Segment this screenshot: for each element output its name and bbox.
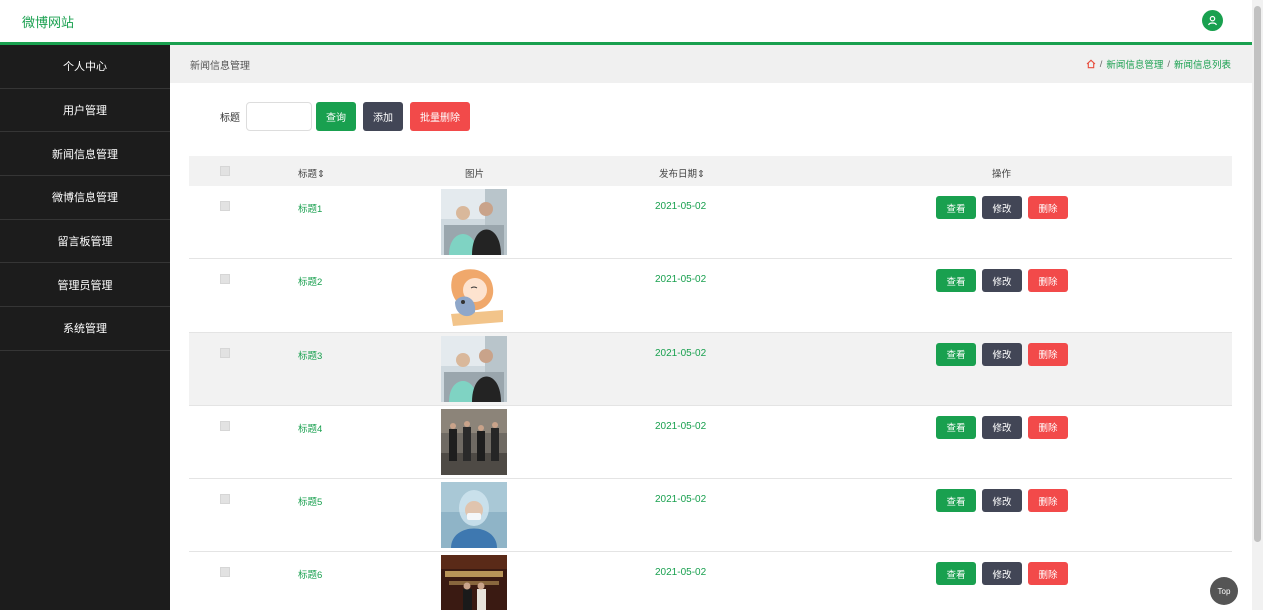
breadcrumb: / 新闻信息管理 / 新闻信息列表: [1086, 57, 1231, 71]
row-actions: 查看 修改 删除: [936, 562, 1068, 586]
batch-delete-button[interactable]: 批量删除: [410, 102, 470, 131]
column-header-actions: 操作: [992, 169, 1012, 180]
row-title[interactable]: 标题2: [298, 274, 322, 288]
sidebar-item-news[interactable]: 新闻信息管理: [0, 132, 170, 177]
column-header-date[interactable]: 发布日期⇕: [659, 166, 705, 180]
row-image: [441, 335, 507, 402]
search-form: 标题 查询 添加 批量删除: [220, 102, 477, 131]
row-date: 2021-05-02: [655, 420, 707, 432]
sort-icon: ⇕: [317, 169, 325, 180]
table-header-row: 标题⇕ 图片 发布日期⇕ 操作: [189, 156, 1232, 186]
sort-icon: ⇕: [697, 169, 705, 180]
row-title[interactable]: 标题6: [298, 567, 322, 581]
row-title[interactable]: 标题1: [298, 201, 322, 215]
scrollbar-thumb[interactable]: [1254, 6, 1261, 542]
column-header-image: 图片: [465, 169, 485, 180]
sidebar-item-system[interactable]: 系统管理: [0, 307, 170, 351]
row-actions: 查看 修改 删除: [936, 269, 1068, 293]
page-title: 新闻信息管理: [190, 61, 250, 72]
site-brand[interactable]: 微博网站: [22, 12, 74, 31]
sidebar-item-users[interactable]: 用户管理: [0, 89, 170, 133]
delete-button[interactable]: 删除: [1028, 269, 1068, 293]
row-image: [441, 555, 507, 610]
table-row: 标题1 2021-05-02 查看 修改 删除: [189, 186, 1232, 260]
breadcrumb-separator: /: [1167, 58, 1170, 70]
row-date: 2021-05-02: [655, 274, 707, 286]
row-image: [441, 482, 507, 549]
view-button[interactable]: 查看: [936, 342, 976, 366]
query-button[interactable]: 查询: [316, 102, 356, 131]
row-checkbox[interactable]: [220, 274, 230, 285]
edit-button[interactable]: 修改: [982, 269, 1022, 293]
view-button[interactable]: 查看: [936, 489, 976, 513]
sidebar-item-profile[interactable]: 个人中心: [0, 45, 170, 89]
edit-button[interactable]: 修改: [982, 489, 1022, 513]
news-thumbnail: [441, 335, 507, 402]
breadcrumb-news-management[interactable]: 新闻信息管理: [1106, 57, 1163, 71]
row-checkbox[interactable]: [220, 420, 230, 431]
row-image: [441, 408, 507, 475]
view-button[interactable]: 查看: [936, 562, 976, 586]
row-title[interactable]: 标题5: [298, 494, 322, 508]
edit-button[interactable]: 修改: [982, 342, 1022, 366]
top-header: 微博网站: [0, 0, 1252, 42]
user-avatar-button[interactable]: [1202, 10, 1223, 31]
page-header-bar: 新闻信息管理 / 新闻信息管理 / 新闻信息列表: [170, 45, 1252, 83]
news-table: 标题⇕ 图片 发布日期⇕ 操作 标题1 2021-05-02 查看 修改 删除: [189, 156, 1232, 610]
row-checkbox[interactable]: [220, 201, 230, 211]
row-date: 2021-05-02: [655, 347, 707, 359]
edit-button[interactable]: 修改: [982, 415, 1022, 439]
sidebar-item-admins[interactable]: 管理员管理: [0, 263, 170, 308]
table-row: 标题5 2021-05-02 查看 修改 删除: [189, 479, 1232, 553]
row-date: 2021-05-02: [655, 567, 707, 579]
news-thumbnail: [441, 262, 507, 329]
row-checkbox[interactable]: [220, 567, 230, 578]
edit-button[interactable]: 修改: [982, 562, 1022, 586]
row-checkbox[interactable]: [220, 494, 230, 505]
delete-button[interactable]: 删除: [1028, 562, 1068, 586]
delete-button[interactable]: 删除: [1028, 196, 1068, 219]
breadcrumb-news-list[interactable]: 新闻信息列表: [1174, 57, 1231, 71]
sidebar: 个人中心 用户管理 新闻信息管理 微博信息管理 留言板管理 管理员管理 系统管理: [0, 45, 170, 610]
news-thumbnail: [441, 482, 507, 549]
view-button[interactable]: 查看: [936, 415, 976, 439]
home-icon[interactable]: [1086, 59, 1096, 69]
table-row: 标题4 2021-05-02 查看 修改 删除: [189, 406, 1232, 480]
user-icon: [1208, 15, 1217, 26]
row-actions: 查看 修改 删除: [936, 489, 1068, 513]
row-actions: 查看 修改 删除: [936, 415, 1068, 439]
view-button[interactable]: 查看: [936, 269, 976, 293]
row-image: [441, 262, 507, 329]
search-title-input[interactable]: [246, 102, 312, 131]
news-thumbnail: [441, 189, 507, 255]
delete-button[interactable]: 删除: [1028, 489, 1068, 513]
row-checkbox[interactable]: [220, 347, 230, 358]
row-date: 2021-05-02: [655, 494, 707, 506]
row-date: 2021-05-02: [655, 201, 707, 212]
row-title[interactable]: 标题4: [298, 421, 322, 435]
select-all-checkbox[interactable]: [220, 166, 230, 176]
breadcrumb-separator: /: [1099, 58, 1103, 70]
edit-button[interactable]: 修改: [982, 196, 1022, 219]
table-row: 标题2 2021-05-02 查看 修改 删除: [189, 259, 1232, 333]
row-actions: 查看 修改 删除: [936, 342, 1068, 366]
sidebar-item-weibo[interactable]: 微博信息管理: [0, 176, 170, 220]
news-thumbnail: [441, 408, 507, 475]
sidebar-item-messageboard[interactable]: 留言板管理: [0, 220, 170, 264]
search-title-label: 标题: [220, 113, 240, 124]
column-header-title[interactable]: 标题⇕: [298, 166, 325, 180]
news-thumbnail: [441, 555, 507, 610]
delete-button[interactable]: 删除: [1028, 342, 1068, 366]
delete-button[interactable]: 删除: [1028, 415, 1068, 439]
add-button[interactable]: 添加: [363, 102, 403, 131]
row-actions: 查看 修改 删除: [936, 196, 1068, 219]
row-title[interactable]: 标题3: [298, 348, 322, 362]
table-row: 标题3 2021-05-02 查看 修改 删除: [189, 332, 1232, 406]
back-to-top-button[interactable]: Top: [1210, 577, 1238, 605]
page-scrollbar[interactable]: [1252, 0, 1263, 610]
view-button[interactable]: 查看: [936, 196, 976, 219]
row-image: [441, 189, 507, 255]
table-row: 标题6 2021-05-02 查看 修改 删除: [189, 552, 1232, 610]
